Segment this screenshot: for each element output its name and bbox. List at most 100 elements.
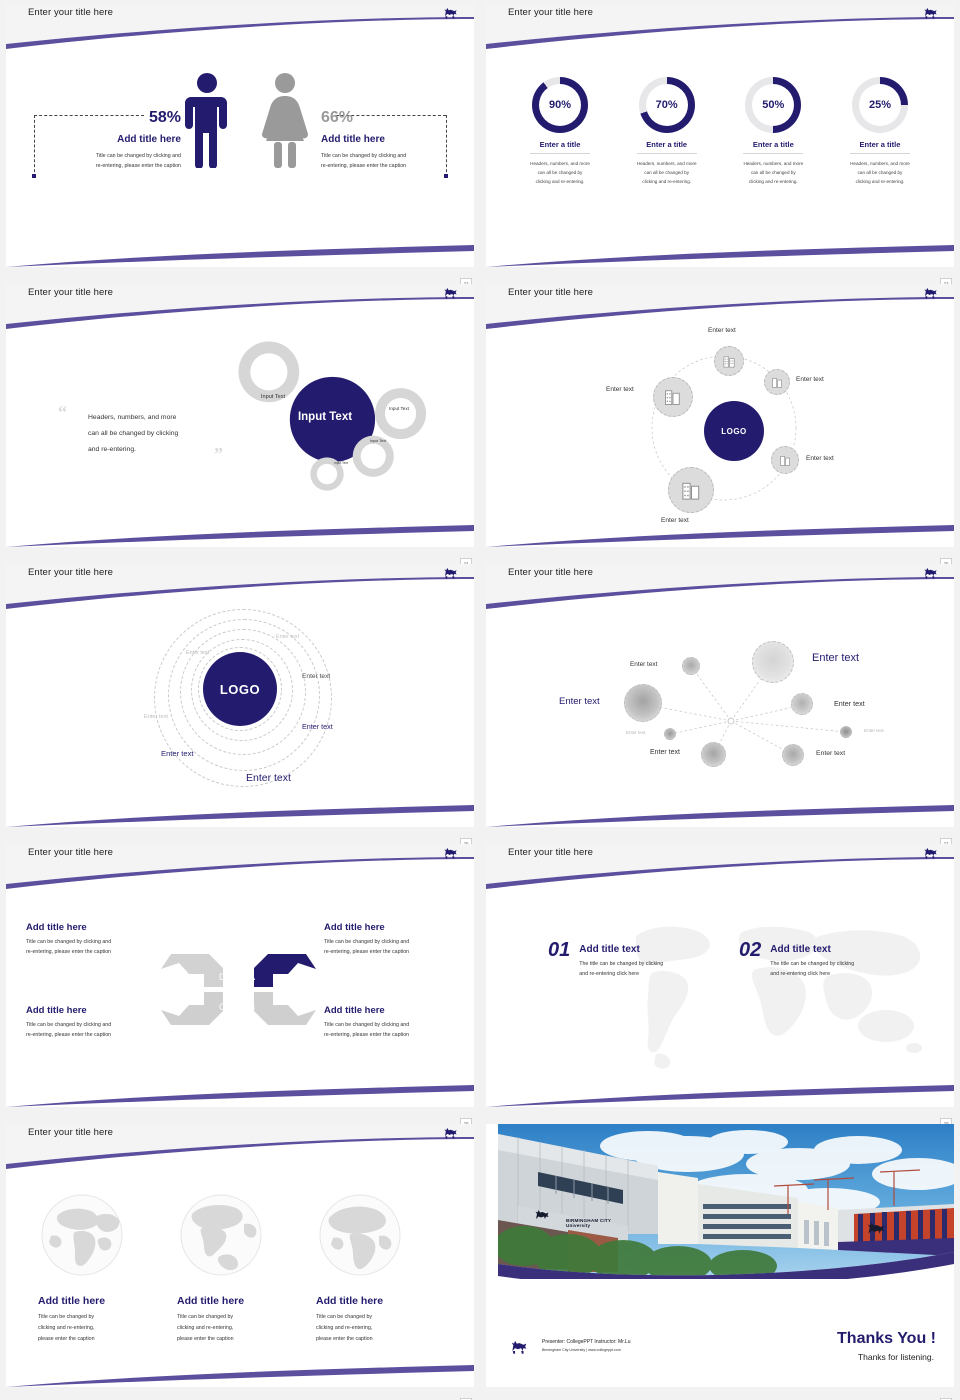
abcd-line2: re-entering, please enter the caption: [324, 948, 410, 955]
abcd-line1: Title can be changed by clicking and: [324, 1022, 410, 1028]
divider: [530, 153, 590, 154]
abcd-letter-C: C: [219, 1002, 226, 1012]
slide-world-map-two-points[interactable]: Enter your title here 01 Add title text …: [486, 844, 954, 1107]
slide-thank-you[interactable]: BIRMINGHAM CITY University Presenter: Co…: [486, 1124, 954, 1387]
divider: [636, 153, 697, 154]
hub-node-top[interactable]: [714, 346, 744, 376]
slide-cell-10[interactable]: BIRMINGHAM CITY University Presenter: Co…: [480, 1120, 960, 1400]
network-label-5: Enter text: [812, 652, 860, 664]
map-item-01[interactable]: 01 Add title text The title can be chang…: [548, 940, 663, 980]
abcd-letter-B: B: [249, 1002, 256, 1012]
bottom-curve-decoration: [6, 805, 474, 827]
ring-center-label: LOGO: [219, 681, 261, 697]
heraldic-lion-icon: [444, 7, 457, 19]
globe-title: Add title here: [316, 1295, 384, 1307]
photo-signage-text: BIRMINGHAM CITY University: [566, 1218, 611, 1229]
network-node-right[interactable]: [791, 693, 813, 715]
building-icon: [665, 390, 680, 405]
slide-cell-3[interactable]: Enter your title here “ Headers, numbers…: [0, 280, 480, 568]
donut-value: 90%: [539, 84, 581, 126]
page-title: Enter your title here: [28, 287, 114, 298]
ring-label-3: Enter text: [144, 714, 168, 720]
slide-cell-9[interactable]: Enter your title here Add title here Tit…: [0, 1120, 480, 1400]
globe-item-1[interactable]: Add title here Title can be changed by c…: [38, 1194, 164, 1345]
slide-concentric-rings[interactable]: Enter your title here LOGO Enter text En…: [6, 564, 474, 827]
left-caption-line2: re-entering, please enter the caption: [95, 163, 181, 169]
network-label-3: Enter text: [626, 730, 646, 735]
kpi-item[interactable]: 70% Enter a title Headers, numbers, and …: [621, 77, 713, 187]
network-node-tiny-right[interactable]: [840, 726, 852, 738]
abcd-letter-D: D: [219, 972, 226, 982]
slide-cell-4[interactable]: Enter your title here LOGO Enter text En…: [480, 280, 960, 568]
page-title: Enter your title here: [508, 7, 594, 18]
network-node-bottomright[interactable]: [782, 744, 804, 766]
network-edges: [642, 662, 847, 756]
kpi-title: Enter a title: [646, 140, 688, 149]
kpi-body: Headers, numbers, and more can all be ch…: [850, 161, 910, 184]
hub-node-right-lower[interactable]: [771, 446, 799, 474]
globe-line2: clicking and re-entering,: [38, 1325, 95, 1332]
network-node-large-left[interactable]: [624, 684, 662, 722]
donut-chart-25: 25%: [851, 77, 908, 133]
page-title: Enter your title here: [28, 1127, 114, 1138]
donut-value: 50%: [752, 84, 795, 126]
globe-item-3[interactable]: Add title here Title can be changed by c…: [316, 1194, 442, 1345]
gear-label-top: Input Text: [260, 394, 286, 400]
ring-label-4: Enter text: [302, 673, 331, 680]
thanks-heading: Thanks You !: [837, 1330, 936, 1347]
quote-line-2: can all be changed by clicking: [88, 429, 179, 437]
slide-gears-quote[interactable]: Enter your title here “ Headers, numbers…: [6, 284, 474, 547]
abcd-block-top-right[interactable]: Add title here Title can be changed by c…: [324, 922, 474, 958]
slide-cell-1[interactable]: Enter your title here 58% Add title here…: [0, 0, 480, 288]
globe-title: Add title here: [177, 1295, 245, 1307]
gear-label-right: Input Text: [389, 406, 409, 411]
network-node-small-topleft[interactable]: [682, 657, 700, 675]
globe-line1: Title can be changed by: [316, 1314, 373, 1320]
building-icon: [723, 355, 735, 367]
photo-signage-line2: University: [566, 1223, 591, 1229]
divider: [849, 153, 910, 154]
network-label-1: Enter text: [630, 661, 658, 668]
hub-node-right-upper[interactable]: [764, 369, 790, 395]
slide-donut-kpis[interactable]: Enter your title here 90% Enter a title …: [486, 4, 954, 267]
abcd-block-bottom-right[interactable]: Add title here Title can be changed by c…: [324, 1005, 474, 1041]
slide-three-globes[interactable]: Enter your title here Add title here Tit…: [6, 1124, 474, 1387]
network-node-tiny-left[interactable]: [664, 728, 676, 740]
heraldic-lion-icon: [444, 1127, 457, 1139]
hub-node-bottom[interactable]: [668, 467, 714, 513]
map-item-02[interactable]: 02 Add title text The title can be chang…: [739, 940, 854, 980]
bottom-curve-decoration: [6, 245, 474, 267]
right-percent: 66%: [321, 109, 354, 126]
hub-node-label-top: Enter text: [708, 327, 736, 334]
slide-cell-6[interactable]: Enter your title here Enter text Enter t…: [480, 560, 960, 848]
abcd-line2: re-entering, please enter the caption: [26, 1031, 112, 1038]
bottom-curve-decoration: [6, 1085, 474, 1107]
kpi-item[interactable]: 90% Enter a title Headers, numbers, and …: [514, 77, 606, 187]
slide-cell-2[interactable]: Enter your title here 90% Enter a title …: [480, 0, 960, 288]
kpi-item[interactable]: 25% Enter a title Headers, numbers, and …: [834, 77, 926, 187]
slide-cell-5[interactable]: Enter your title here LOGO Enter text En…: [0, 560, 480, 848]
left-bracket-dot: [32, 174, 36, 178]
globe-item-2[interactable]: Add title here Title can be changed by c…: [177, 1194, 303, 1345]
globe-line2: clicking and re-entering,: [177, 1325, 234, 1332]
hub-node-label-right-upper: Enter text: [796, 376, 824, 383]
slide-gender-stats[interactable]: Enter your title here 58% Add title here…: [6, 4, 474, 267]
network-label-4: Enter text: [650, 749, 680, 756]
ring-center-logo: LOGO: [203, 652, 277, 726]
heraldic-lion-icon: [924, 7, 937, 19]
slide-network-nodes[interactable]: Enter your title here Enter text Enter t…: [486, 564, 954, 827]
kpi-item[interactable]: 50% Enter a title Headers, numbers, and …: [727, 77, 819, 187]
slide-abcd-arrows[interactable]: Enter your title here Add title here Tit…: [6, 844, 474, 1107]
hub-node-left[interactable]: [653, 377, 693, 417]
slide-cell-7[interactable]: Enter your title here Add title here Tit…: [0, 840, 480, 1128]
gear-gray-right: [375, 388, 427, 440]
kpi-body: Headers, numbers, and more can all be ch…: [743, 161, 804, 184]
network-node-bottomleft[interactable]: [701, 742, 726, 767]
slide-cell-8[interactable]: Enter your title here 01 Add title text …: [480, 840, 960, 1128]
slide-hub-and-spoke[interactable]: Enter your title here LOGO Enter text En…: [486, 284, 954, 547]
abcd-letter-A: A: [249, 972, 256, 982]
network-node-large-topright[interactable]: [752, 641, 794, 683]
left-bracket-side: [34, 115, 35, 177]
bottom-curve-decoration: [486, 245, 954, 267]
globe-eurasia-africa-icon: [319, 1194, 401, 1276]
